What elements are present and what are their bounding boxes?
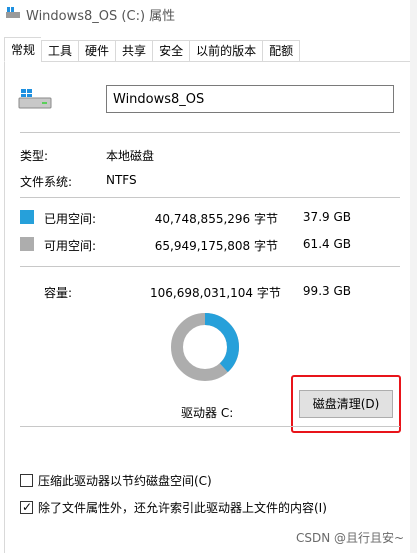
divider (20, 426, 400, 427)
disk-usage-donut (171, 313, 239, 381)
index-label: 除了文件属性外，还允许索引此驱动器上文件的内容(I) (38, 501, 327, 515)
divider (20, 197, 400, 198)
tab-quota[interactable]: 配额 (262, 40, 301, 62)
drive-letter-label: 驱动器 C: (181, 406, 234, 420)
free-space-label: 可用空间: (44, 239, 97, 253)
scrollbar[interactable] (410, 0, 417, 553)
free-space-size: 61.4 GB (302, 237, 351, 251)
capacity-size: 99.3 GB (302, 284, 351, 298)
compress-label: 压缩此驱动器以节约磁盘空间(C) (38, 474, 212, 488)
free-space-swatch (20, 237, 34, 251)
free-space-bytes: 65,949,175,808 字节 (154, 239, 278, 253)
filesystem-value: NTFS (106, 173, 137, 187)
capacity-label: 容量: (44, 286, 73, 300)
title-bar: Windows8_OS (C:) 属性 (0, 0, 417, 28)
watermark: CSDN @且行且安~ (296, 531, 405, 545)
type-value: 本地磁盘 (106, 149, 155, 163)
used-space-bytes: 40,748,855,296 字节 (154, 212, 278, 226)
drive-icon (6, 7, 20, 18)
divider (20, 266, 400, 267)
disk-cleanup-button[interactable]: 磁盘清理(D) (299, 390, 393, 418)
tab-general[interactable]: 常规 (4, 37, 42, 62)
tab-strip: 常规 工具 硬件 共享 安全 以前的版本 配额 (4, 37, 301, 62)
filesystem-label: 文件系统: (20, 175, 73, 189)
window-title: Windows8_OS (C:) 属性 (26, 9, 176, 24)
checkmark-icon: ✓ (22, 500, 33, 514)
divider (20, 132, 400, 133)
used-space-label: 已用空间: (44, 212, 97, 226)
tab-tools[interactable]: 工具 (41, 40, 79, 62)
compress-checkbox[interactable] (20, 474, 33, 487)
index-checkbox[interactable]: ✓ (20, 500, 33, 514)
used-space-size: 37.9 GB (302, 210, 351, 224)
tab-security[interactable]: 安全 (152, 40, 190, 62)
hard-drive-icon (18, 89, 52, 109)
tab-previous-versions[interactable]: 以前的版本 (189, 40, 263, 62)
used-space-swatch (20, 210, 34, 224)
capacity-bytes: 106,698,031,104 字节 (150, 286, 281, 300)
tab-sharing[interactable]: 共享 (115, 40, 153, 62)
drive-name-input[interactable] (106, 85, 394, 113)
type-label: 类型: (20, 149, 49, 163)
tab-hardware[interactable]: 硬件 (78, 40, 116, 62)
